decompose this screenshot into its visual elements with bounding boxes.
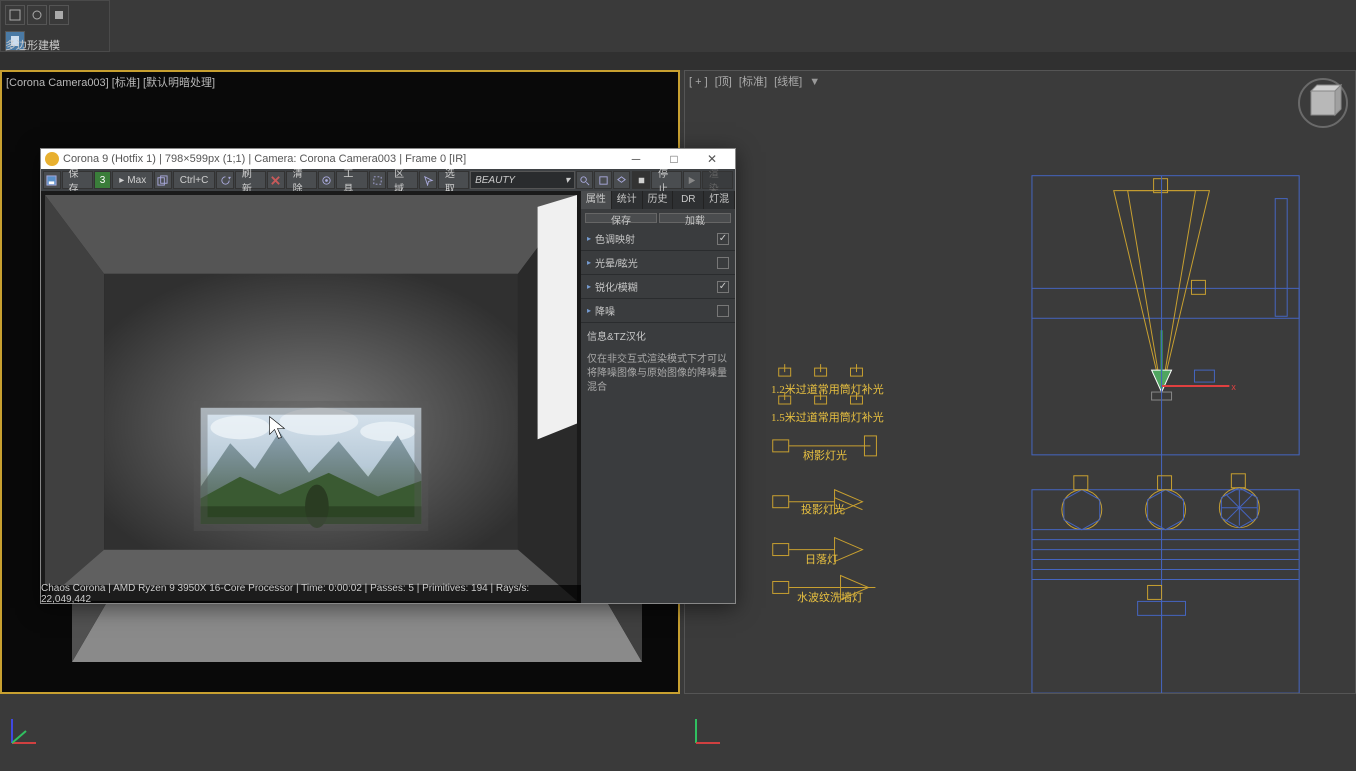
tab-lightmix[interactable]: 灯混 [704,191,735,209]
sharpen-checkbox[interactable]: ✓ [717,281,729,293]
layer-icon[interactable] [613,171,631,189]
corona-title: Corona 9 (Hotfix 1) | 798×599px (1;1) | … [63,153,617,165]
zoom-icon[interactable] [576,171,594,189]
tools-button[interactable]: 工具 [336,171,367,189]
panel-load-button[interactable]: 加载 [659,213,731,223]
annotation-4: 投影灯光 [801,501,845,517]
tab-history[interactable]: 历史 [643,191,674,209]
viewcube[interactable] [1297,77,1349,129]
clear-icon[interactable] [267,171,285,189]
tab-dr[interactable]: DR [673,191,704,209]
annotation-3: 树影灯光 [803,447,847,463]
fit-icon[interactable] [594,171,612,189]
maximize-button[interactable]: □ [655,149,693,169]
ctrlc-button[interactable]: Ctrl+C [173,171,216,189]
filter-icon[interactable]: ▼ [809,76,820,88]
status-area [0,694,1356,771]
pick-icon[interactable] [419,171,437,189]
section-sharpen[interactable]: ▸锐化/模糊 ✓ [581,275,735,299]
render-status: Chaos Corona | AMD Ryzen 9 3950X 16-Core… [41,585,581,603]
pick-button[interactable]: 选取 [438,171,469,189]
region-button[interactable]: 区域 [387,171,418,189]
info-text: 仅在非交互式渲染模式下才可以将降噪图像与原始图像的降噪量混合 [581,347,735,401]
pass-select[interactable]: BEAUTY▾ [470,171,575,189]
corona-icon [45,152,59,166]
tone-checkbox[interactable]: ✓ [717,233,729,245]
refresh-icon[interactable] [216,171,234,189]
rendered-room [45,195,577,601]
region-icon[interactable] [369,171,387,189]
section-denoise[interactable]: ▸降噪 [581,299,735,323]
panel-tabs: 属性 统计 历史 DR 灯混 [581,191,735,209]
tool-btn-2[interactable] [27,5,47,25]
annotation-1: 1.2米过道常用筒灯补光 [771,381,884,397]
section-info[interactable]: 信息&TZ汉化 [581,323,735,347]
axis-gizmo-left [4,711,44,751]
render-button[interactable]: 渲染 [702,171,733,189]
axis-gizmo-right [688,711,728,751]
tool-btn-1[interactable] [5,5,25,25]
play-icon[interactable] [683,171,701,189]
minimize-button[interactable]: ─ [617,149,655,169]
corona-vfb-window: Corona 9 (Hotfix 1) | 798×599px (1;1) | … [40,148,736,604]
save-button[interactable]: 保存 [62,171,93,189]
tools-icon[interactable] [318,171,336,189]
tool-btn-3[interactable] [49,5,69,25]
copy-icon[interactable] [154,171,172,189]
corona-titlebar[interactable]: Corona 9 (Hotfix 1) | 798×599px (1;1) | … [41,149,735,169]
viewport-top[interactable]: [ + ] [顶] [标准] [线框] ▼ x [684,70,1356,694]
tab-props[interactable]: 属性 [581,191,612,209]
modeling-label: 多边形建模 [5,37,60,53]
top-toolbar: 多边形建模 [0,0,110,52]
stop-button[interactable]: 停止 [651,171,682,189]
annotation-5: 日落灯 [805,551,838,567]
section-tone[interactable]: ▸色调映射 ✓ [581,227,735,251]
refresh-button[interactable]: 刷新 [235,171,266,189]
clear-button[interactable]: 清除 [286,171,317,189]
three-button[interactable]: 3 [94,171,112,189]
panel-save-button[interactable]: 保存 [585,213,657,223]
svg-text:x: x [1231,382,1236,392]
close-button[interactable]: ✕ [693,149,731,169]
annotation-2: 1.5米过道常用筒灯补光 [771,409,884,425]
save-icon[interactable] [43,171,61,189]
bloom-checkbox[interactable] [717,257,729,269]
annotation-6: 水波纹洗墙灯 [797,589,863,605]
max-button[interactable]: ▸Max [112,171,153,189]
tab-stats[interactable]: 统计 [612,191,643,209]
viewport-camera-label: [Corona Camera003] [标准] [默认明暗处理] [6,74,215,90]
render-view[interactable]: Chaos Corona | AMD Ryzen 9 3950X 16-Core… [41,191,581,603]
denoise-checkbox[interactable] [717,305,729,317]
stop-icon[interactable] [632,171,650,189]
corona-panel: 属性 统计 历史 DR 灯混 保存 加载 ▸色调映射 ✓ ▸光晕/眩光 ▸锐化/… [581,191,735,603]
corona-toolbar: 保存 3 ▸Max Ctrl+C 刷新 清除 工具 区域 选取 BEAUTY▾ … [41,169,735,191]
viewport-top-label: [ + ] [顶] [标准] [线框] ▼ [689,73,824,89]
tab-strip [0,52,1356,70]
section-bloom[interactable]: ▸光晕/眩光 [581,251,735,275]
